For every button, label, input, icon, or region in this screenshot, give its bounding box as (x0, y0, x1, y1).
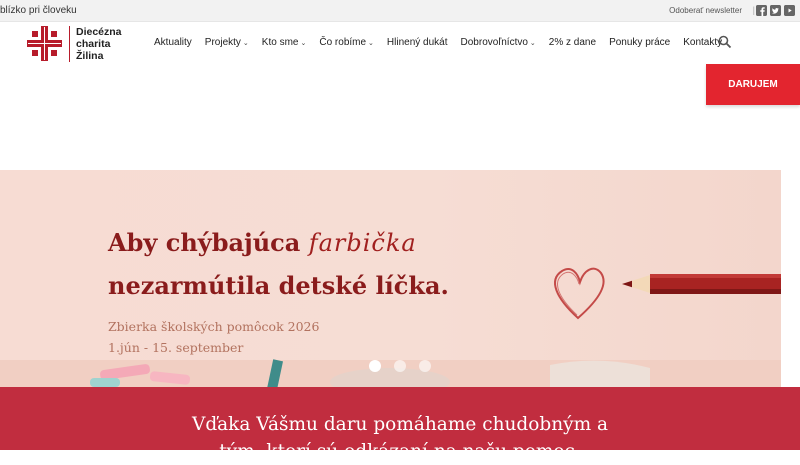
logo-divider (69, 25, 70, 62)
chevron-down-icon: ⌄ (242, 40, 249, 47)
nav-label: Kto sme (261, 37, 299, 48)
logo-line: Diecézna (76, 25, 122, 38)
mission-band: Vďaka Vášmu daru pomáhame chudobným a tým… (0, 387, 800, 462)
nav-label: Ponuky práce (609, 37, 671, 48)
facebook-icon[interactable] (756, 5, 767, 16)
hero-slider: Aby chýbajúca farbička nezarmútila detsk… (0, 170, 781, 390)
hero-headline-part: Aby chýbajúca (108, 228, 301, 257)
chevron-down-icon: ⌄ (300, 40, 307, 47)
top-bar: blízko pri človeku Odoberať newsletter | (0, 0, 800, 22)
search-icon[interactable] (718, 35, 732, 49)
logo-line: Žilina (76, 49, 104, 62)
hero-subtitle: Zbierka školských pomôcok 2026 (108, 319, 320, 334)
logo-text: Diecézna charita Žilina (76, 26, 122, 62)
nav-label: 2% z dane (548, 37, 597, 48)
hero-headline-line2: nezarmútila detské líčka. (108, 271, 449, 300)
nav-dobrovolnictvo[interactable]: Dobrovoľníctvo ⌄ (461, 37, 536, 48)
nav-label: Dobrovoľníctvo (460, 37, 528, 48)
nav-label: Projekty (204, 37, 241, 48)
nav-label: Hlinený dukát (386, 37, 448, 48)
slider-dot-2[interactable] (394, 360, 406, 372)
youtube-icon[interactable] (784, 5, 795, 16)
donate-button[interactable]: DARUJEM (706, 64, 800, 105)
caritas-logo-icon (27, 26, 62, 61)
mission-text-line: tým, ktorí sú odkázaní na našu pomoc. (219, 441, 581, 462)
nav-2-percent[interactable]: 2% z dane (549, 37, 596, 48)
hero-dates: 1.jún - 15. september (108, 340, 244, 355)
chevron-down-icon: ⌄ (529, 40, 536, 47)
nav-kontakty[interactable]: Kontakty (683, 37, 722, 48)
mission-text-line: Vďaka Vášmu daru pomáhame chudobným a (191, 414, 609, 435)
mission-text: Vďaka Vášmu daru pomáhame chudobným a tým… (0, 411, 800, 465)
main-nav: Aktuality Projekty ⌄ Kto sme ⌄ Čo robíme ⌄ … (154, 37, 735, 48)
slider-dot-1[interactable] (369, 360, 381, 372)
newsletter-link[interactable]: Odoberať newsletter (669, 6, 742, 15)
hero-headline-line1: Aby chýbajúca farbička (108, 228, 417, 257)
nav-projekty[interactable]: Projekty ⌄ (205, 37, 249, 48)
nav-aktuality[interactable]: Aktuality (154, 37, 192, 48)
nav-label: Kontakty (683, 37, 723, 48)
logo-line: charita (76, 37, 111, 50)
nav-hlineny-dukat[interactable]: Hlinený dukát (387, 37, 448, 48)
hero-headline-highlight: farbička (308, 229, 417, 257)
separator: | (752, 5, 755, 15)
slider-dot-3[interactable] (419, 360, 431, 372)
nav-label: Aktuality (154, 37, 192, 48)
chevron-down-icon: ⌄ (368, 40, 374, 47)
logo[interactable]: Diecézna charita Žilina (26, 25, 122, 62)
nav-co-robime[interactable]: Čo robíme ⌄ (319, 37, 374, 48)
nav-label: Čo robíme (319, 37, 367, 48)
nav-kto-sme[interactable]: Kto sme ⌄ (262, 37, 307, 48)
site-header: Diecézna charita Žilina Aktuality Projek… (0, 22, 800, 67)
nav-ponuky-prace[interactable]: Ponuky práce (609, 37, 670, 48)
twitter-icon[interactable] (770, 5, 781, 16)
tagline: blízko pri človeku (0, 5, 77, 16)
